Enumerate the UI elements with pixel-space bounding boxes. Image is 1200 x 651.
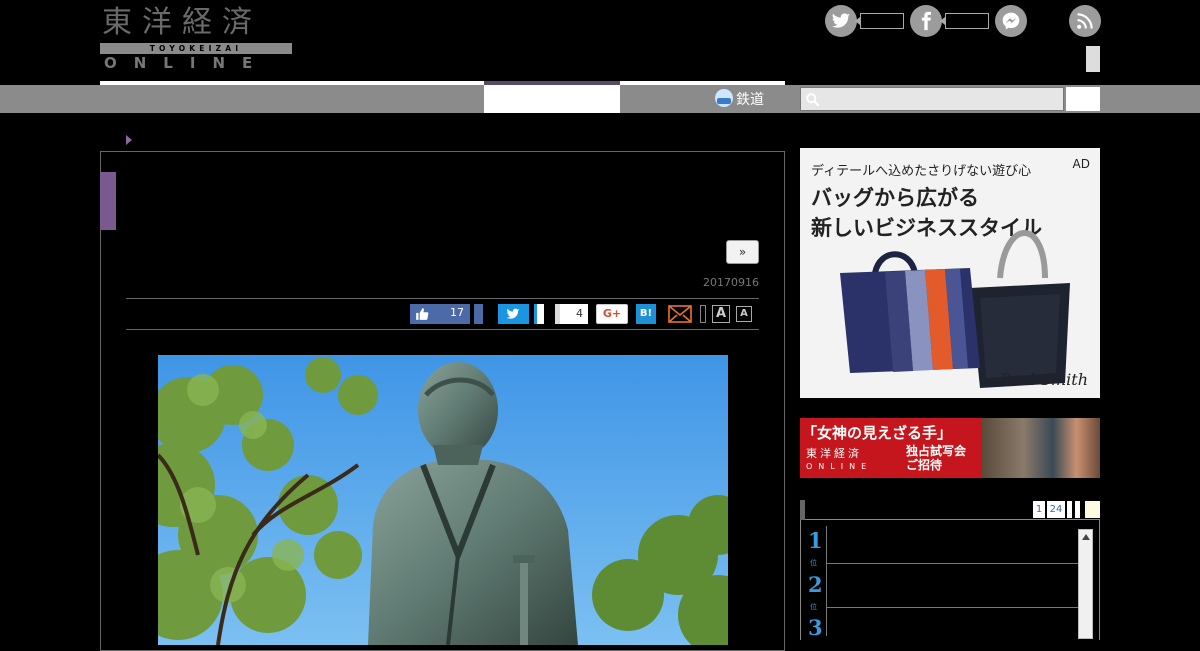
ad-screening-offer-2: ご招待	[906, 458, 943, 472]
publish-date: 20170916	[703, 276, 759, 289]
ranking-number-1[interactable]: 1 位	[808, 528, 824, 568]
search-input[interactable]	[800, 87, 1064, 111]
ad-badge: AD	[1072, 157, 1090, 171]
twitter-icon	[831, 13, 851, 28]
ad-screening-logo-kanji: 東洋経済	[806, 447, 862, 460]
ranking-number-1-digit: 1	[808, 528, 823, 553]
rss-icon	[1077, 13, 1093, 29]
nav-top-border	[100, 81, 785, 85]
logo-kanji: 東洋経済	[102, 5, 262, 40]
ranking-tab-b[interactable]	[1075, 501, 1080, 518]
ad-brand-logo: Paul Smith	[999, 370, 1088, 389]
header-login-field[interactable]	[1086, 46, 1100, 72]
mail-icon[interactable]	[668, 305, 692, 323]
font-size-large-button[interactable]: A	[712, 305, 730, 323]
share-divider-top	[126, 298, 759, 299]
ranking-tab-c[interactable]	[1085, 501, 1100, 518]
search-button[interactable]	[1066, 87, 1100, 111]
site-logo[interactable]: 東洋経済 TOYOKEIZAI ONLINE	[100, 5, 292, 72]
ad-screening-photo	[982, 418, 1100, 478]
ad-banner-paul-smith[interactable]: ディテールへ込めたさりげない遊び心 AD バッグから広がる 新しいビジネススタイ…	[800, 148, 1100, 398]
twitter-follow-button[interactable]	[825, 5, 857, 37]
ranking-page-24[interactable]: 24	[1047, 501, 1065, 518]
nav-tab-active[interactable]	[484, 85, 620, 113]
train-icon	[715, 89, 733, 107]
hatena-bookmark-button[interactable]: B!	[636, 304, 656, 324]
ad-banner-screening[interactable]: 「女神の見えざる手」 東洋経済 ONLINE 独占試写会 ご招待	[800, 418, 1100, 478]
ad-screening-title: 「女神の見えざる手」	[802, 424, 953, 442]
search-icon	[806, 93, 820, 107]
print-button[interactable]	[700, 305, 706, 323]
ranking-tab-a[interactable]	[1067, 501, 1072, 518]
ranking-row-divider	[826, 563, 1078, 564]
facebook-like-page-button[interactable]	[910, 5, 942, 37]
messenger-button[interactable]	[995, 5, 1027, 37]
ranking-number-3-digit: 3	[808, 615, 823, 640]
ad-headline-line-1: バッグから広がる	[811, 186, 979, 210]
ranking-scrollbar[interactable]	[1078, 529, 1093, 639]
logo-romaji: TOYOKEIZAI	[100, 43, 292, 54]
ranking-header-marker	[800, 500, 805, 520]
ad-screening-offer-1: 独占試写会	[906, 444, 967, 458]
share-divider-bottom	[126, 329, 759, 330]
article-main-photo	[158, 355, 728, 645]
ranking-number-3[interactable]: 3	[808, 617, 824, 649]
tweet-button[interactable]	[498, 304, 529, 324]
breadcrumb-arrow-icon	[126, 135, 132, 145]
ranking-page-1[interactable]: 1	[1033, 501, 1045, 518]
facebook-share-count[interactable]: 4	[555, 304, 588, 324]
ad-screening-offer: 独占試写会 ご招待	[906, 444, 966, 472]
ranking-number-1-suffix: 位	[810, 559, 817, 567]
ad-screening-logo-online: ONLINE	[806, 462, 873, 471]
facebook-like-button[interactable]: 17	[410, 304, 470, 324]
ranking-number-2-digit: 2	[808, 572, 823, 597]
facebook-like-count	[940, 13, 989, 29]
font-size-small-button[interactable]: A	[736, 306, 752, 322]
rss-button[interactable]	[1069, 5, 1101, 37]
next-page-button[interactable]: »	[726, 240, 759, 264]
facebook-icon	[921, 11, 931, 31]
ranking-row-divider	[826, 607, 1078, 608]
like-count: 17	[450, 306, 464, 319]
twitter-icon	[506, 308, 520, 319]
thumbs-up-icon	[416, 308, 429, 320]
category-marker	[100, 172, 116, 230]
ranking-number-2[interactable]: 2 位	[808, 572, 824, 612]
ranking-divider-vertical	[826, 526, 827, 636]
tweet-count	[534, 304, 544, 324]
nav-item-rail-label: 鉄道	[736, 92, 764, 108]
ranking-list	[800, 520, 1100, 640]
twitter-follow-count	[855, 13, 904, 29]
ad-tagline: ディテールへ込めたさりげない遊び心	[811, 164, 1032, 179]
google-plus-button[interactable]: G+	[596, 304, 628, 324]
messenger-icon	[1002, 12, 1020, 30]
logo-online: ONLINE	[104, 54, 270, 72]
nav-item-rail[interactable]: 鉄道	[715, 88, 790, 110]
facebook-share-button[interactable]	[474, 304, 483, 324]
